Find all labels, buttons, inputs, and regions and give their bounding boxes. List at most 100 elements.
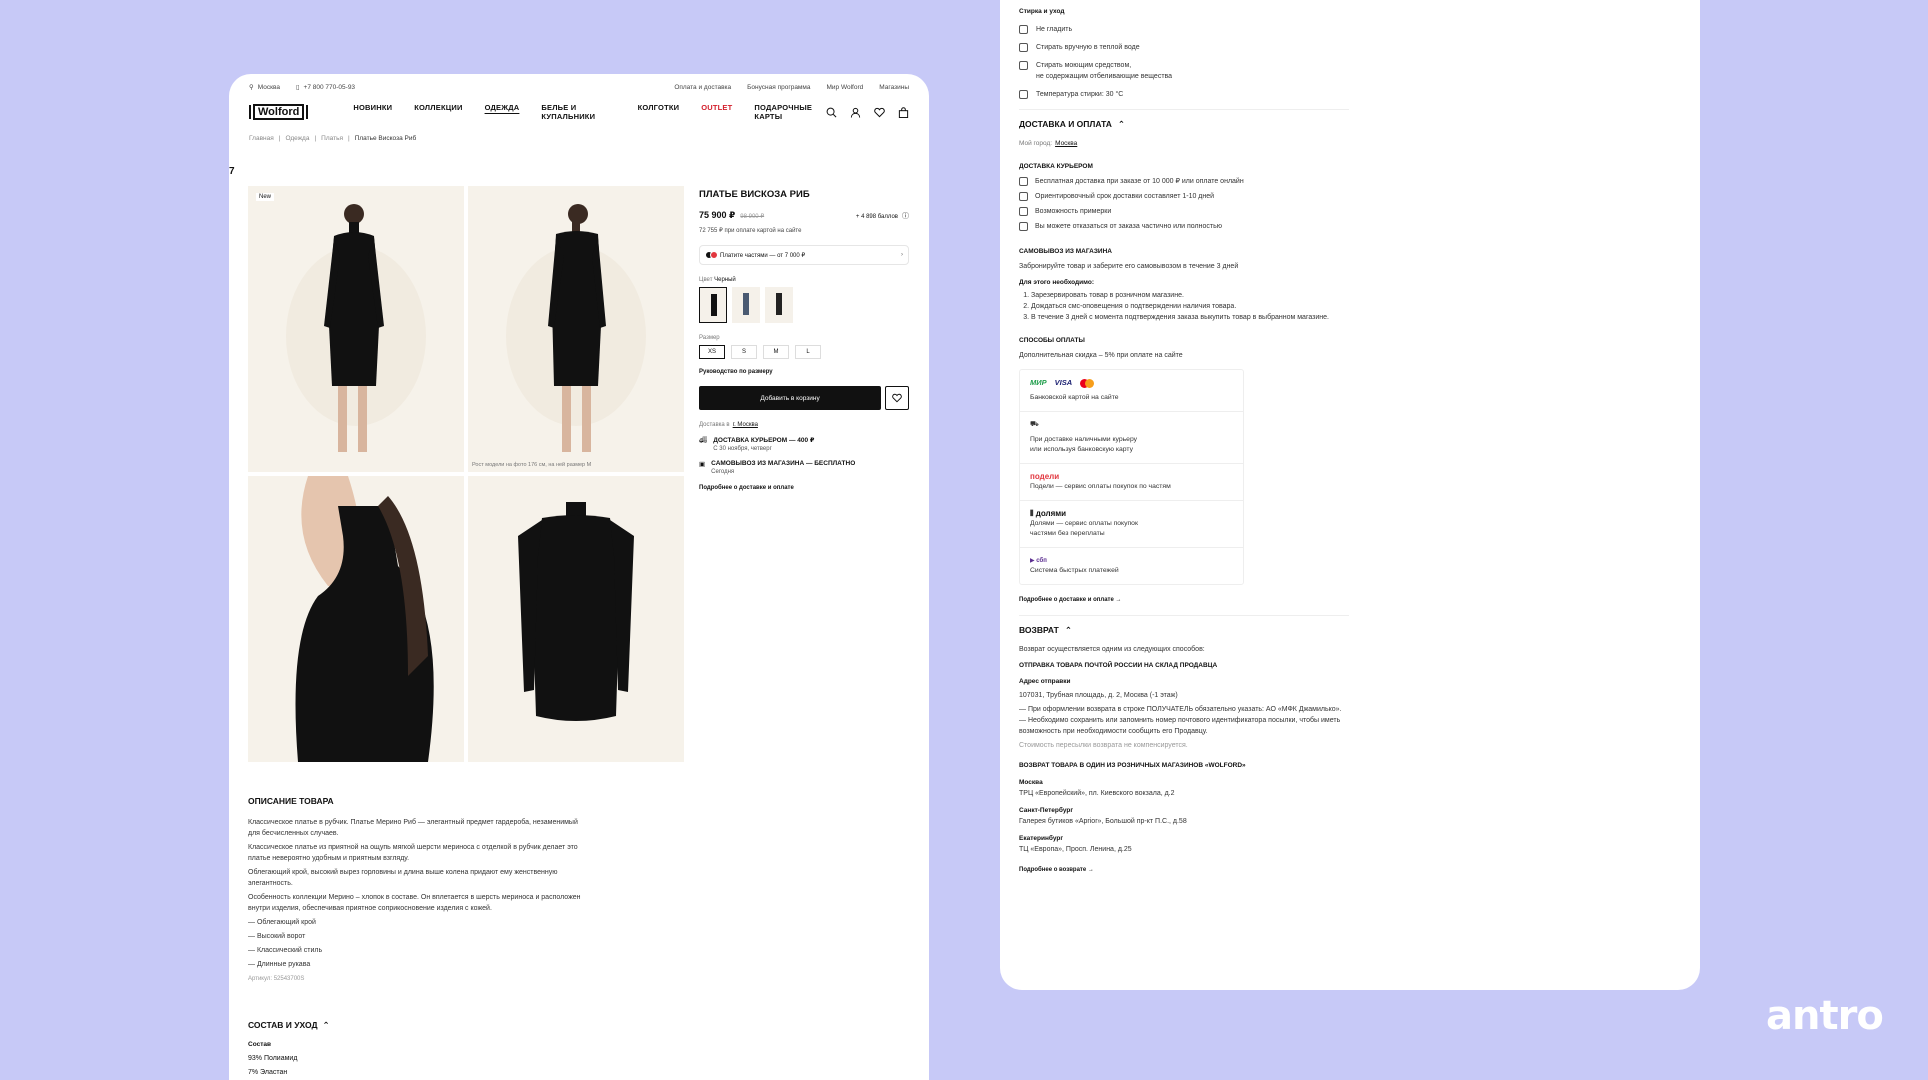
payment-podeli: подели Подели — сервис оплаты покупок по… [1020,464,1243,501]
color-value: Черный [714,277,736,283]
phone-label: +7 800 770-05-93 [303,83,356,91]
crumb-dresses[interactable]: Платья [321,135,343,142]
size-xs[interactable]: XS [699,345,725,359]
link-payment-delivery[interactable]: Оплата и доставка [674,84,731,91]
card-price: 72 755 ₽ при оплате картой на сайте [699,228,802,234]
pickup-steps: Зарезервировать товар в розничном магази… [1019,290,1349,323]
bag-icon[interactable] [898,106,909,118]
care-item: Не гладить [1036,26,1073,33]
pickup-title: САМОВЫВОЗ ИЗ МАГАЗИНА [1019,248,1112,255]
composition-section: СОСТАВ И УХОД ⌃ Состав 93% Полиамид 7% Эл… [248,1018,588,1080]
nav-item-new[interactable]: НОВИНКИ [353,103,392,121]
heart-icon[interactable] [874,107,885,118]
mastercard-icon [1080,378,1095,388]
care-item: Стирать моющим средством, не содержащим … [1036,62,1173,80]
sku: Артикул: 52543700S [248,976,305,982]
delivery-more-link[interactable]: Подробнее о доставке и оплате [699,485,909,491]
shipping-more-link[interactable]: Подробнее о доставке и оплате → [1019,595,1349,606]
delivery-city-link[interactable]: г. Москва [733,422,758,428]
payment-dolyami: ⦀ долями Долями — сервис оплаты покупок … [1020,501,1243,548]
nav-item-outlet[interactable]: OUTLET [701,103,732,121]
swatch-navy[interactable] [732,287,760,323]
city-selector[interactable]: ⚲ Москва [249,83,280,92]
returns-post-title: ОТПРАВКА ТОВАРА ПОЧТОЙ РОССИИ НА СКЛАД П… [1019,662,1218,669]
info-icon[interactable]: ⓘ [902,211,909,221]
nav-item-tights[interactable]: КОЛГОТКИ [638,103,680,121]
crumb-clothing[interactable]: Одежда [285,135,309,142]
size-label: Размер [699,335,720,341]
chevron-up-icon: ⌃ [322,1020,330,1030]
store-address: Галерея бутиков «Aprior», Большой пр-кт … [1019,818,1187,825]
breadcrumb: Главная | Одежда | Платья | Платье Вискоза … [249,135,417,142]
link-bonus-program[interactable]: Бонусная программа [747,84,810,91]
swatch-black[interactable] [699,287,727,323]
nav-item-collections[interactable]: КОЛЛЕКЦИИ [414,103,462,121]
care-item: Температура стирки: 30 °C [1036,91,1124,98]
crumb-current: Платье Вискоза Риб [354,135,417,142]
returns-address-label: Адрес отправки [1019,678,1071,685]
product-gallery: New Рост модели на фото 176 см, на ней р… [248,186,684,762]
pickup-step: Дождаться смс-оповещения о подтверждении… [1031,301,1349,312]
returns-more-link[interactable]: Подробнее о возврате → [1019,865,1349,876]
pickup-step: Зарезервировать товар в розничном магази… [1031,290,1349,301]
composition-toggle[interactable]: СОСТАВ И УХОД ⌃ [248,1018,588,1032]
nav-item-lingerie[interactable]: БЕЛЬЕ И КУПАЛЬНИКИ [541,103,615,121]
dress-flat-figure [518,502,634,721]
old-price: 98 900 ₽ [740,214,765,220]
size-s[interactable]: S [731,345,757,359]
wolford-logo[interactable]: Wolford [249,104,309,120]
returns-toggle[interactable]: ВОЗВРАТ ⌃ [1019,625,1349,636]
description-title: ОПИСАНИЕ ТОВАРА [248,796,334,806]
store-icon: ▣ [699,461,706,468]
crumb-home[interactable]: Главная [249,135,274,142]
shipping-toggle[interactable]: ДОСТАВКА И ОПЛАТА ⌃ [1019,119,1349,130]
return-icon [1019,222,1028,231]
chevron-up-icon: ⌃ [1117,119,1126,129]
podeli-logo: подели [1030,472,1060,481]
search-icon[interactable] [826,107,837,118]
payment-card-online: МИР VISA Банковской картой на сайте [1020,370,1243,412]
calendar-icon [1019,192,1028,201]
product-photo-flat[interactable] [468,476,684,762]
courier-item: Ориентировочный срок доставки составляет… [1035,193,1215,200]
no-bleach-icon [1019,61,1028,70]
product-photo-closeup[interactable] [248,476,464,762]
split-pay-logos-icon [705,251,718,259]
swatch-dark[interactable] [765,287,793,323]
store-city: Санкт-Петербург [1019,807,1074,814]
courier-item: Возможность примерки [1035,208,1112,215]
product-photo-front[interactable]: New [248,186,464,472]
sbp-logo: ▶ сбп [1030,558,1047,564]
product-page-panel: ⚲ Москва ▯ +7 800 770-05-93 Оплата и дос… [229,74,929,1080]
product-info: ПЛАТЬЕ ВИСКОЗА РИБ 75 900 ₽ 98 900 ₽ + 4… [699,189,909,491]
feature-item: — Высокий ворот [248,933,306,940]
hanger-icon [1019,207,1028,216]
price: 75 900 ₽ [699,210,736,220]
size-guide-link[interactable]: Руководство по размеру [699,369,909,375]
bonus-points: + 4 898 баллов [855,214,898,220]
composition-subtitle: Состав [248,1041,271,1048]
size-m[interactable]: M [763,345,789,359]
link-wolford-world[interactable]: Мир Wolford [827,84,864,91]
my-city-link[interactable]: Москва [1055,140,1077,147]
nav-item-clothing[interactable]: ОДЕЖДА [485,103,520,121]
account-icon[interactable] [850,107,861,118]
chevron-up-icon: ⌃ [1064,625,1072,635]
add-to-cart-button[interactable]: Добавить в корзину [699,386,882,410]
model-back-figure [506,204,646,452]
nav-item-gift-cards[interactable]: ПОДАРОЧНЫЕ КАРТЫ [754,103,826,121]
link-stores[interactable]: Магазины [879,84,909,91]
phone-link[interactable]: ▯ +7 800 770-05-93 [296,83,356,92]
model-front-figure [286,204,426,452]
split-pay-banner[interactable]: Платите частями — от 7 000 ₽ › [699,245,909,265]
pin-icon: ⚲ [249,84,254,91]
hand-wash-icon [1019,43,1028,52]
pickup-option: ▣ САМОВЫВОЗ ИЗ МАГАЗИНА — БЕСПЛАТНО Сегод… [699,460,856,475]
heart-icon [892,393,902,403]
size-l[interactable]: L [795,345,821,359]
returns-intro: Возврат осуществляется одним из следующи… [1019,646,1205,653]
no-iron-icon [1019,25,1028,34]
store-address: ТРЦ «Европейский», пл. Киевского вокзала… [1019,790,1175,797]
product-photo-back[interactable]: Рост модели на фото 176 см, на ней разме… [468,186,684,472]
wishlist-button[interactable] [885,386,909,410]
